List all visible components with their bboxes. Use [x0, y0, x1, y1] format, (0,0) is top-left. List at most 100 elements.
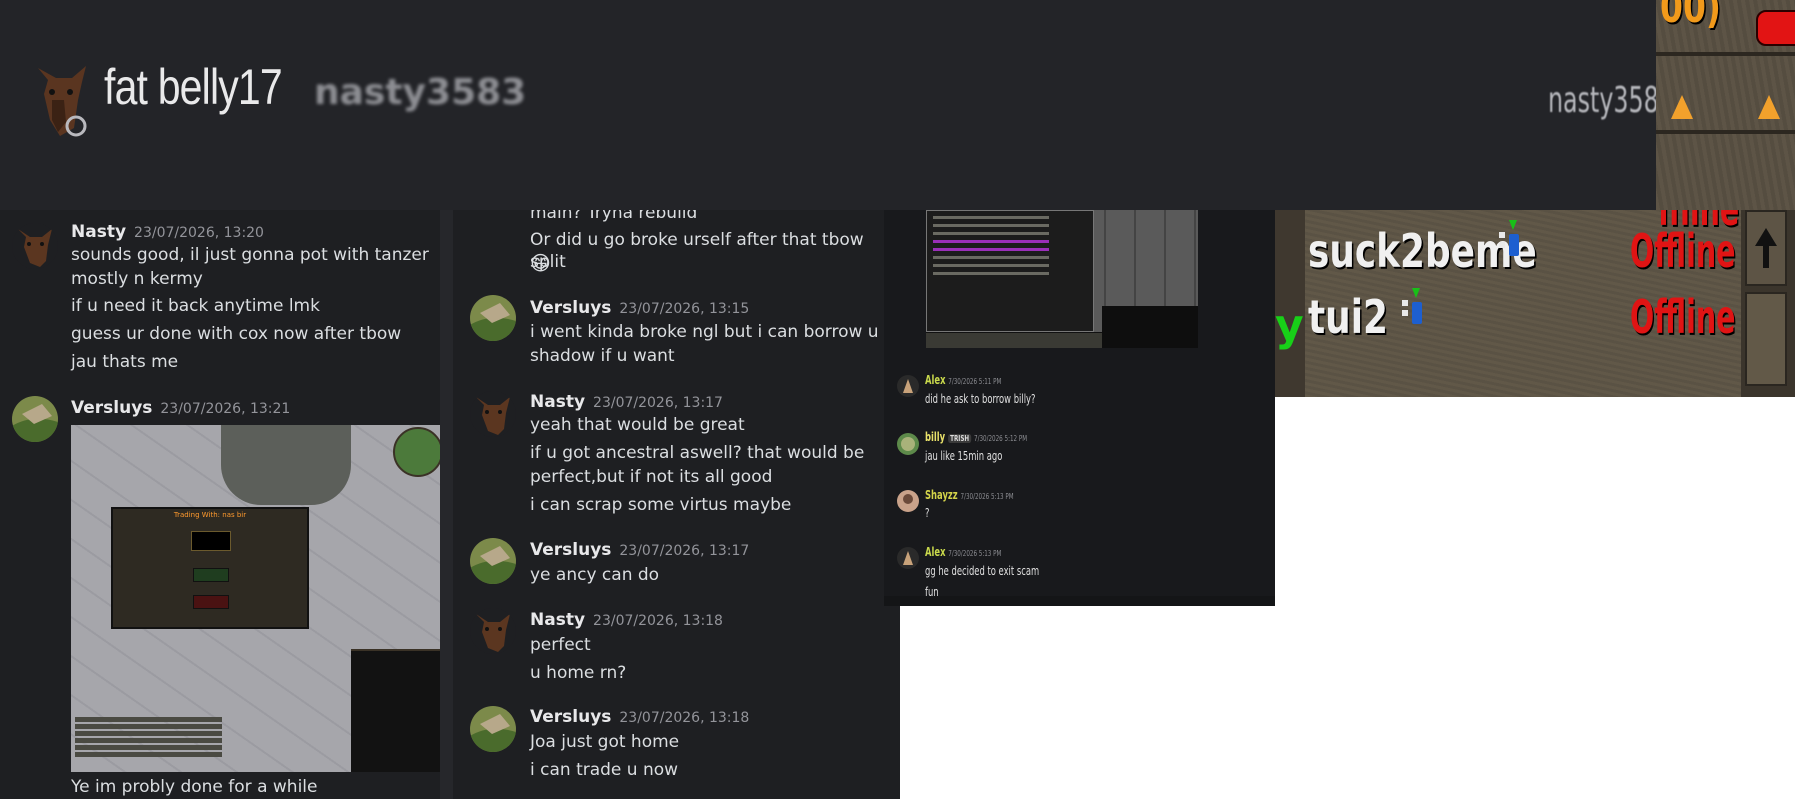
message-line: gg he decided to exit scam: [925, 564, 1040, 578]
timestamp: 23/07/2026, 13:21: [160, 401, 291, 417]
message-author[interactable]: Alex 7/30/2026 5:11 PM: [925, 373, 1001, 387]
world-icon: [1402, 288, 1422, 324]
timestamp: 7/30/2026 5:13 PM: [960, 492, 1014, 501]
message-author[interactable]: Nasty 23/07/2026, 13:18: [530, 610, 723, 630]
author-name[interactable]: Alex: [925, 373, 945, 387]
scroll-thumb[interactable]: [1745, 292, 1787, 386]
status-offline: Offline: [1630, 290, 1736, 344]
message-line: did he ask to borrow billy?: [925, 392, 1036, 406]
dog-avatar-icon: [38, 66, 87, 137]
display-name: fat belly17: [104, 59, 283, 115]
avatar[interactable]: [470, 391, 516, 437]
game-partial-text: 00): [1660, 0, 1722, 33]
avatar[interactable]: [470, 706, 516, 752]
timestamp: 7/30/2026 5:12 PM: [974, 434, 1028, 443]
timestamp: 23/07/2026, 13:15: [619, 301, 750, 317]
status-offline: Offline: [1630, 224, 1736, 278]
username-right: nasty3583: [1548, 80, 1674, 121]
panel-divider: [440, 210, 453, 799]
message-line: i can scrap some virtus maybe: [530, 495, 792, 515]
author-name[interactable]: billy: [925, 430, 945, 444]
message-line: ye ancy can do: [530, 565, 660, 585]
message-author[interactable]: billy TRISH 7/30/2026 5:12 PM: [925, 430, 1027, 444]
message-author[interactable]: Versluys 23/07/2026, 13:21: [71, 398, 290, 418]
author-name[interactable]: Alex: [925, 545, 945, 559]
world-icon: [1499, 220, 1519, 256]
message-author[interactable]: Shayzz 7/30/2026 5:13 PM: [925, 488, 1014, 502]
author-name[interactable]: Nasty: [530, 392, 585, 412]
author-name[interactable]: Nasty: [530, 610, 585, 630]
message-author[interactable]: Nasty 23/07/2026, 13:20: [71, 222, 264, 242]
avatar[interactable]: [12, 223, 58, 269]
timestamp: 23/07/2026, 13:17: [619, 543, 750, 559]
message-line: main? Tryna rebuild: [530, 210, 698, 223]
message-line: jau thats me: [71, 352, 179, 372]
partial-green-text: y: [1275, 300, 1304, 351]
divider: [1656, 130, 1795, 134]
message-line: shadow if u want: [530, 346, 675, 366]
timestamp: 23/07/2026, 13:20: [134, 225, 264, 241]
profile-header: fat belly17 nasty3583 nasty3583: [0, 0, 1674, 210]
message-author[interactable]: Alex 7/30/2026 5:13 PM: [925, 545, 1001, 559]
message-line: Or did u go broke urself after that tbow…: [530, 230, 864, 272]
red-button-icon[interactable]: [1756, 10, 1795, 46]
flame-icon: [1671, 95, 1693, 119]
avatar[interactable]: [897, 547, 919, 569]
message-line: ?: [925, 506, 930, 520]
avatar[interactable]: [470, 608, 516, 654]
message-line: sounds good, il just gonna pot with tanz…: [71, 245, 429, 265]
friend-name[interactable]: tui2: [1308, 290, 1388, 344]
avatar[interactable]: [897, 490, 919, 512]
message-line: mostly n kermy: [71, 269, 203, 289]
decline-button: [193, 595, 229, 609]
trade-title: Trading With: nas bir: [173, 511, 247, 519]
timestamp: 7/30/2026 5:11 PM: [948, 377, 1002, 386]
flame-icon: [1758, 95, 1780, 119]
accept-button: [193, 568, 229, 582]
game-structure: [221, 425, 351, 505]
inventory: [351, 649, 440, 772]
inventory: [1102, 306, 1198, 348]
timestamp: 23/07/2026, 13:17: [593, 395, 723, 411]
avatar[interactable]: [470, 295, 516, 341]
message-line: i went kinda broke ngl but i can borrow …: [530, 322, 879, 342]
message-author[interactable]: Versluys 23/07/2026, 13:17: [530, 540, 749, 560]
timestamp: 23/07/2026, 13:18: [619, 710, 750, 726]
username: nasty3583: [314, 72, 527, 113]
avatar[interactable]: [12, 396, 58, 442]
message-author[interactable]: Versluys 23/07/2026, 13:18: [530, 707, 749, 727]
author-name[interactable]: Nasty: [71, 222, 126, 242]
role-badge: TRISH: [948, 434, 972, 443]
avatar[interactable]: [897, 433, 919, 455]
author-name[interactable]: Shayzz: [925, 488, 958, 502]
message-line: u home rn?: [530, 663, 627, 683]
image-attachment[interactable]: [926, 210, 1198, 348]
message-line: i can trade u now: [530, 760, 679, 780]
game-stats-panel: 00): [1656, 0, 1795, 210]
message-line: Ye im probly done for a while: [71, 777, 318, 797]
arrow-up-icon: [1755, 228, 1777, 268]
author-name[interactable]: Versluys: [530, 540, 611, 560]
minimap: [393, 427, 440, 477]
message-author[interactable]: Nasty 23/07/2026, 13:17: [530, 392, 723, 412]
message-line: if u got ancestral aswell? that would be: [530, 443, 865, 463]
game-chatbox: [926, 210, 1094, 332]
panel-bottom-edge: [884, 596, 1275, 606]
timestamp: 23/07/2026, 13:18: [593, 613, 723, 629]
message-line: Joa just got home: [530, 732, 680, 752]
avatar[interactable]: [470, 538, 516, 584]
message-author[interactable]: Versluys 23/07/2026, 13:15: [530, 298, 749, 318]
author-name[interactable]: Versluys: [71, 398, 152, 418]
message-line: jau like 15min ago: [925, 449, 1003, 463]
author-name[interactable]: Versluys: [530, 707, 611, 727]
trade-offer-box: [191, 531, 231, 551]
author-name[interactable]: Versluys: [530, 298, 611, 318]
image-attachment[interactable]: Trading With: nas bir: [71, 425, 440, 772]
message-line: guess ur done with cox now after tbow: [71, 324, 402, 344]
avatar[interactable]: [897, 375, 919, 397]
emoji: 😄: [530, 251, 551, 275]
game-tabs-bar: [926, 332, 1102, 348]
trade-dialog: Trading With: nas bir: [111, 507, 309, 629]
message-line: perfect: [530, 635, 591, 655]
scroll-up-button[interactable]: [1745, 210, 1787, 286]
